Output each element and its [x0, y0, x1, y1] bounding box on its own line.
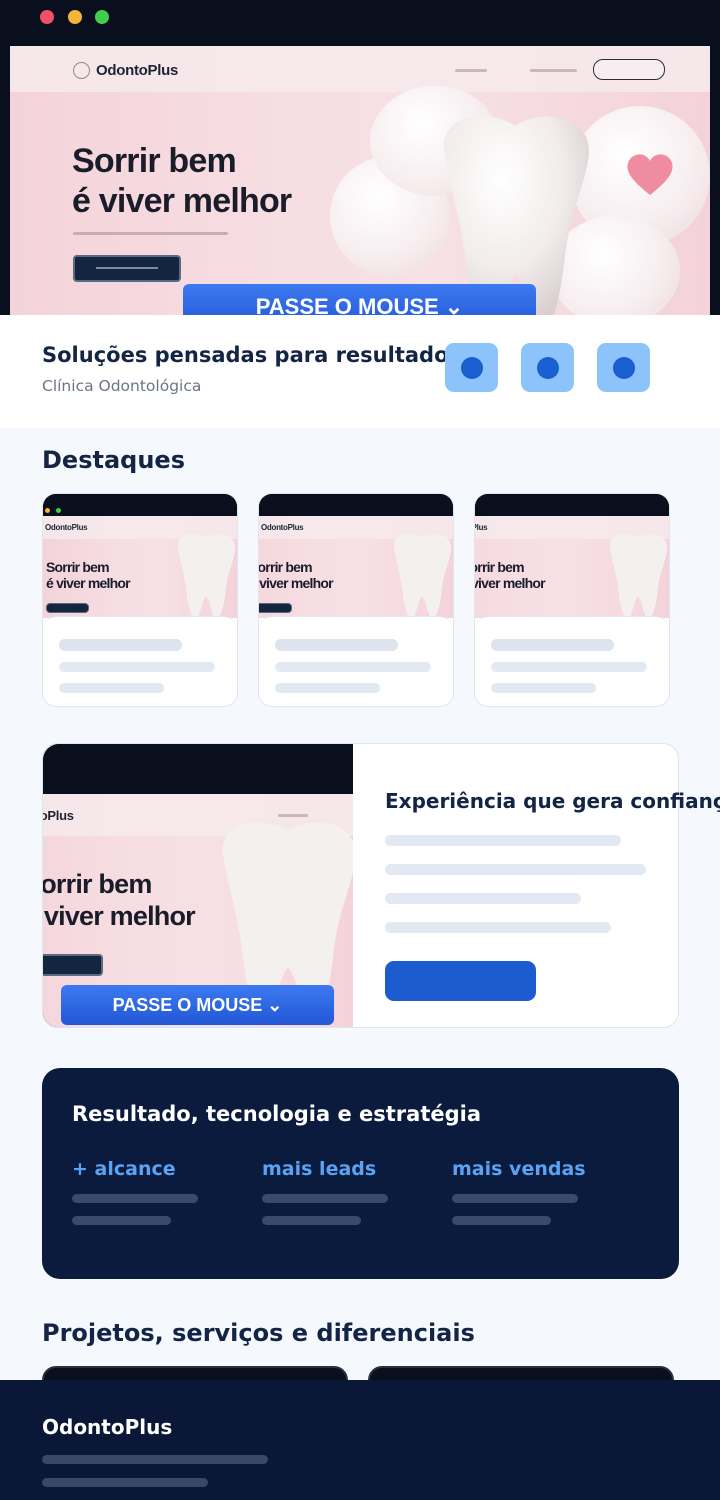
card-headline-line2: é viver melhor	[475, 575, 546, 591]
results-title: Resultado, tecnologia e estratégia	[72, 1102, 482, 1126]
highlight-card[interactable]: OdontoPlus Sorrir bem é viver melhor	[474, 493, 670, 707]
footer-text-line	[42, 1455, 268, 1464]
mockup-brand: OdontoPlus	[96, 62, 178, 79]
feature-text-line	[385, 835, 621, 846]
mockup-cta-button	[73, 255, 181, 282]
card-headline-line1: Sorrir bem	[259, 559, 313, 575]
stat-line	[452, 1216, 551, 1225]
card-brand: OdontoPlus	[45, 523, 88, 532]
card-body	[259, 616, 453, 706]
feature-mockup: OdontoPlus Sorrir bem é viver melhor PAS…	[43, 744, 353, 1027]
mockup-page: OdontoPlus Sorrir bem é viver melhor	[10, 46, 710, 315]
footer-text-line	[42, 1478, 208, 1487]
info-subtitle: Clínica Odontológica	[42, 377, 202, 395]
feature-text-line	[385, 893, 581, 904]
card-body	[475, 616, 669, 706]
card-headline-line1: Sorrir bem	[475, 559, 525, 575]
card-mockup: OdontoPlus Sorrir bem é viver melhor	[43, 494, 237, 618]
minimize-dot-icon	[68, 10, 82, 24]
mockup-headline-line2: é viver melhor	[72, 182, 292, 220]
card-headline-line2: é viver melhor	[259, 575, 334, 591]
stat-label-vendas: mais vendas	[452, 1158, 586, 1180]
section-heading-destaques: Destaques	[42, 446, 185, 474]
feature-cta-button[interactable]	[385, 961, 536, 1001]
card-headline-line2: é viver melhor	[46, 575, 131, 591]
hero-mockup: OdontoPlus Sorrir bem é viver melhor PAS…	[0, 0, 720, 315]
stat-label-alcance: + alcance	[72, 1158, 176, 1180]
feature-icon	[521, 343, 574, 392]
highlight-card[interactable]: OdontoPlus Sorrir bem é viver melhor	[42, 493, 238, 707]
info-title: Soluções pensadas para resultados	[42, 343, 461, 367]
feature-mockup-line1: Sorrir bem	[43, 869, 152, 899]
mockup-nav-link	[455, 69, 487, 72]
card-mockup: OdontoPlus Sorrir bem é viver melhor	[259, 494, 453, 618]
card-body	[43, 616, 237, 706]
feature-block: OdontoPlus Sorrir bem é viver melhor PAS…	[42, 743, 679, 1028]
footer-brand: OdontoPlus	[42, 1415, 173, 1439]
mockup-subtitle-line	[73, 232, 228, 235]
card-brand: OdontoPlus	[475, 523, 488, 532]
mockup-nav-link	[530, 69, 577, 72]
hover-hint-button[interactable]: PASSE O MOUSE ⌄	[183, 284, 536, 315]
mockup-headline-line1: Sorrir bem	[72, 142, 237, 180]
feature-icon	[597, 343, 650, 392]
feature-title: Experiência que gera confiança	[385, 789, 720, 813]
highlight-card[interactable]: OdontoPlus Sorrir bem é viver melhor	[258, 493, 454, 707]
hover-hint-button[interactable]: PASSE O MOUSE ⌄	[61, 985, 334, 1025]
stat-line	[452, 1194, 578, 1203]
logo-icon	[73, 62, 90, 79]
card-mockup: OdontoPlus Sorrir bem é viver melhor	[475, 494, 669, 618]
feature-mockup-line2: é viver melhor	[43, 901, 196, 931]
stat-line	[72, 1194, 198, 1203]
stat-label-leads: mais leads	[262, 1158, 377, 1180]
card-headline-line1: Sorrir bem	[46, 559, 110, 575]
feature-mockup-brand: OdontoPlus	[43, 808, 74, 823]
stat-line	[262, 1194, 388, 1203]
tooth-illustration	[330, 86, 710, 315]
maximize-dot-icon	[95, 10, 109, 24]
browser-chrome	[0, 0, 720, 46]
feature-icon	[445, 343, 498, 392]
stat-line	[262, 1216, 361, 1225]
stat-line	[72, 1216, 171, 1225]
section-heading-projetos: Projetos, serviços e diferenciais	[42, 1319, 475, 1347]
mockup-nav-button	[593, 59, 665, 80]
card-brand: OdontoPlus	[261, 523, 304, 532]
feature-text-line	[385, 922, 611, 933]
close-dot-icon	[40, 10, 54, 24]
feature-text-line	[385, 864, 646, 875]
